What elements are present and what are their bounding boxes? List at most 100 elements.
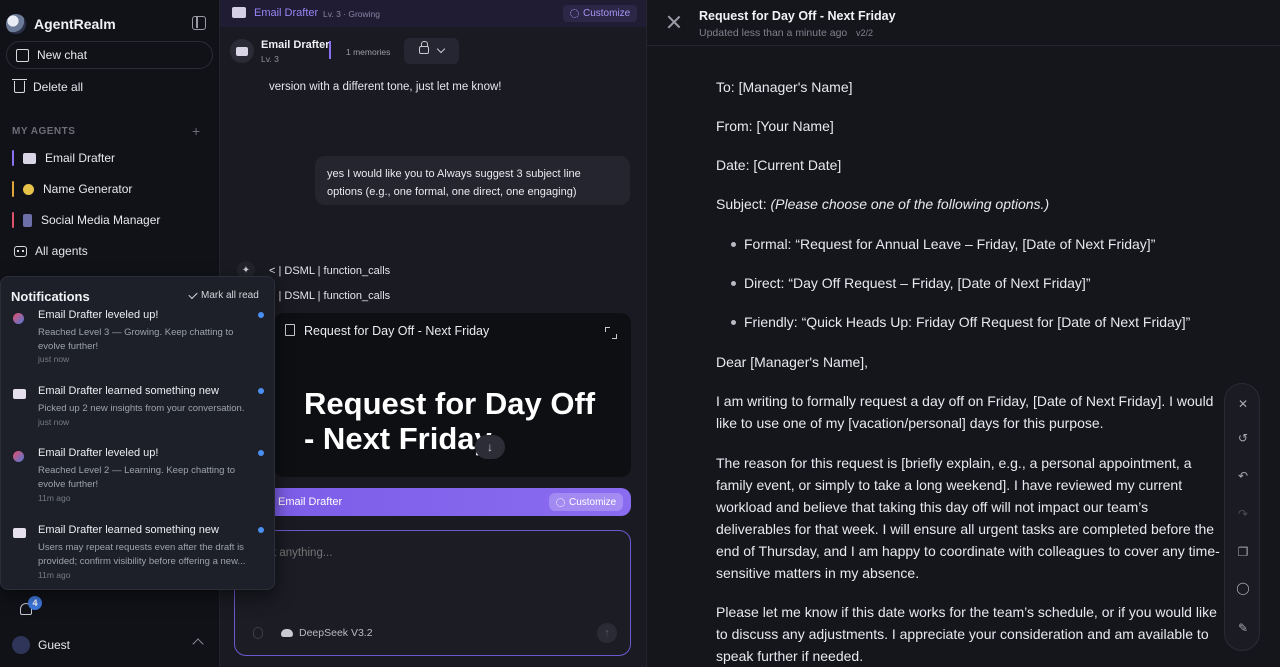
user-message: yes I would like you to Always suggest 3… xyxy=(315,156,630,205)
whale-icon xyxy=(281,629,293,637)
send-button[interactable]: ↑ xyxy=(597,623,617,643)
unread-dot xyxy=(258,450,264,456)
redo-icon[interactable]: ↷ xyxy=(1236,507,1250,521)
chat-panel: Email Drafter Lv. 3 · Growing Customize … xyxy=(220,0,646,667)
doc-paragraph: Please let me know if this date works fo… xyxy=(716,604,1217,664)
close-toolbar-icon[interactable]: ✕ xyxy=(1236,397,1250,411)
topbar-agent-level: Lv. 3 · Growing xyxy=(323,9,381,19)
new-chat-label: New chat xyxy=(37,48,88,62)
subject-note: (Please choose one of the following opti… xyxy=(770,196,1050,212)
agent-label: Email Drafter xyxy=(45,151,116,165)
notification-badge: 4 xyxy=(28,596,42,610)
chat-header: Email Drafter Lv. 3 1 memories xyxy=(220,27,646,75)
copy-icon[interactable]: ❐ xyxy=(1236,545,1250,559)
undo-icon[interactable]: ↶ xyxy=(1236,469,1250,483)
agent-label: Social Media Manager xyxy=(41,213,161,227)
envelope-icon xyxy=(13,389,26,399)
pen-icon[interactable]: ✎ xyxy=(1236,621,1250,635)
level-up-icon xyxy=(13,451,24,462)
edit-icon xyxy=(16,48,29,62)
comment-icon[interactable]: ◯ xyxy=(1236,581,1250,595)
gear-icon xyxy=(570,9,579,18)
envelope-icon xyxy=(13,528,26,538)
notification-body: Reached Level 3 — Growing. Keep chatting… xyxy=(38,327,234,352)
subject-option-text: Direct: “Day Off Request – Friday, [Date… xyxy=(744,275,1091,291)
strip-customize-button[interactable]: Customize xyxy=(549,493,624,511)
agent-color-bar xyxy=(12,212,14,228)
new-chat-button[interactable]: New chat xyxy=(6,41,213,69)
check-icon xyxy=(188,289,198,300)
doc-paragraph: The reason for this request is [briefly … xyxy=(716,455,1220,581)
memories-count[interactable]: 1 memories xyxy=(346,47,390,57)
mark-all-read-label: Mark all read xyxy=(201,290,259,301)
notification-title: Email Drafter learned something new xyxy=(38,385,219,397)
notification-title: Email Drafter learned something new xyxy=(38,524,219,536)
chevron-down-icon xyxy=(436,44,446,54)
assistant-message-tail: version with a different tone, just let … xyxy=(269,81,502,93)
active-agent-name: Email Drafter xyxy=(278,496,343,508)
history-icon[interactable]: ↺ xyxy=(1236,431,1250,445)
notification-time: just now xyxy=(38,354,70,364)
gear-icon xyxy=(556,497,565,507)
topbar-agent-name: Email Drafter xyxy=(254,7,319,19)
level-up-icon xyxy=(13,313,24,324)
sidebar-toggle-icon[interactable] xyxy=(192,16,206,30)
unread-dot xyxy=(258,388,264,394)
subject-label: Subject: xyxy=(716,196,771,212)
sidebar-item-email-drafter[interactable]: Email Drafter xyxy=(12,147,212,169)
document-version[interactable]: v2/2 xyxy=(856,28,873,38)
chevron-up-icon[interactable] xyxy=(192,638,204,650)
document-icon xyxy=(285,324,295,336)
sidebar-item-social-media-manager[interactable]: Social Media Manager xyxy=(12,209,212,231)
my-agents-label: MY AGENTS xyxy=(12,126,76,137)
add-agent-icon[interactable]: + xyxy=(192,123,200,139)
mark-all-read-button[interactable]: Mark all read xyxy=(188,289,259,301)
lightbulb-icon xyxy=(23,183,34,195)
agent-label: Name Generator xyxy=(43,182,133,196)
model-name: DeepSeek V3.2 xyxy=(299,627,373,639)
notification-time: 11m ago xyxy=(38,493,71,503)
document-panel: Request for Day Off - Next Friday Update… xyxy=(646,0,1280,667)
unread-dot xyxy=(258,312,264,318)
all-agents-button[interactable]: All agents xyxy=(14,244,88,258)
doc-paragraph: I am writing to formally request a day o… xyxy=(716,393,1214,431)
doc-from: From: [Your Name] xyxy=(716,118,834,134)
agent-topbar: Email Drafter Lv. 3 · Growing Customize xyxy=(220,0,646,27)
agent-avatar xyxy=(230,39,254,63)
delete-all-button[interactable]: Delete all xyxy=(12,79,84,94)
message-input[interactable] xyxy=(257,547,557,559)
document-card[interactable]: Request for Day Off - Next Friday Reques… xyxy=(274,313,631,477)
notification-time: just now xyxy=(38,417,70,427)
notifications-title: Notifications xyxy=(11,289,90,304)
doc-greeting: Dear [Manager's Name], xyxy=(716,354,869,370)
brand[interactable]: AgentRealm xyxy=(6,12,116,36)
customize-label: Customize xyxy=(569,496,617,508)
notification-title: Email Drafter leveled up! xyxy=(38,309,159,321)
all-agents-label: All agents xyxy=(35,244,88,258)
composer: DeepSeek V3.2 ↑ xyxy=(234,530,631,656)
notification-title: Email Drafter leveled up! xyxy=(38,447,159,459)
delete-all-label: Delete all xyxy=(33,80,84,94)
attach-icon[interactable] xyxy=(253,627,263,639)
doc-subject: Subject: (Please choose one of the follo… xyxy=(716,193,1221,215)
divider xyxy=(329,41,331,59)
sidebar-item-name-generator[interactable]: Name Generator xyxy=(12,178,212,200)
subject-option-text: Formal: “Request for Annual Leave – Frid… xyxy=(744,236,1156,252)
unread-dot xyxy=(258,527,264,533)
scroll-down-button[interactable]: ↓ xyxy=(475,435,505,459)
topbar-customize-button[interactable]: Customize xyxy=(563,5,638,22)
notifications-panel: Notifications Mark all read Email Drafte… xyxy=(0,276,275,590)
app-name: AgentRealm xyxy=(34,16,116,32)
header-agent-level: Lv. 3 xyxy=(261,54,279,64)
logo-icon xyxy=(6,14,26,34)
user-menu[interactable]: Guest xyxy=(12,636,70,654)
expand-icon[interactable] xyxy=(605,327,617,339)
privacy-dropdown[interactable] xyxy=(404,38,459,64)
document-title: Request for Day Off - Next Friday xyxy=(699,9,896,23)
model-selector[interactable]: DeepSeek V3.2 xyxy=(281,627,373,639)
envelope-icon xyxy=(23,152,36,164)
envelope-icon xyxy=(232,7,246,18)
assistant-message-line: < | DSML | function_calls xyxy=(269,265,391,277)
phone-icon xyxy=(23,213,32,227)
close-icon[interactable] xyxy=(667,15,681,29)
